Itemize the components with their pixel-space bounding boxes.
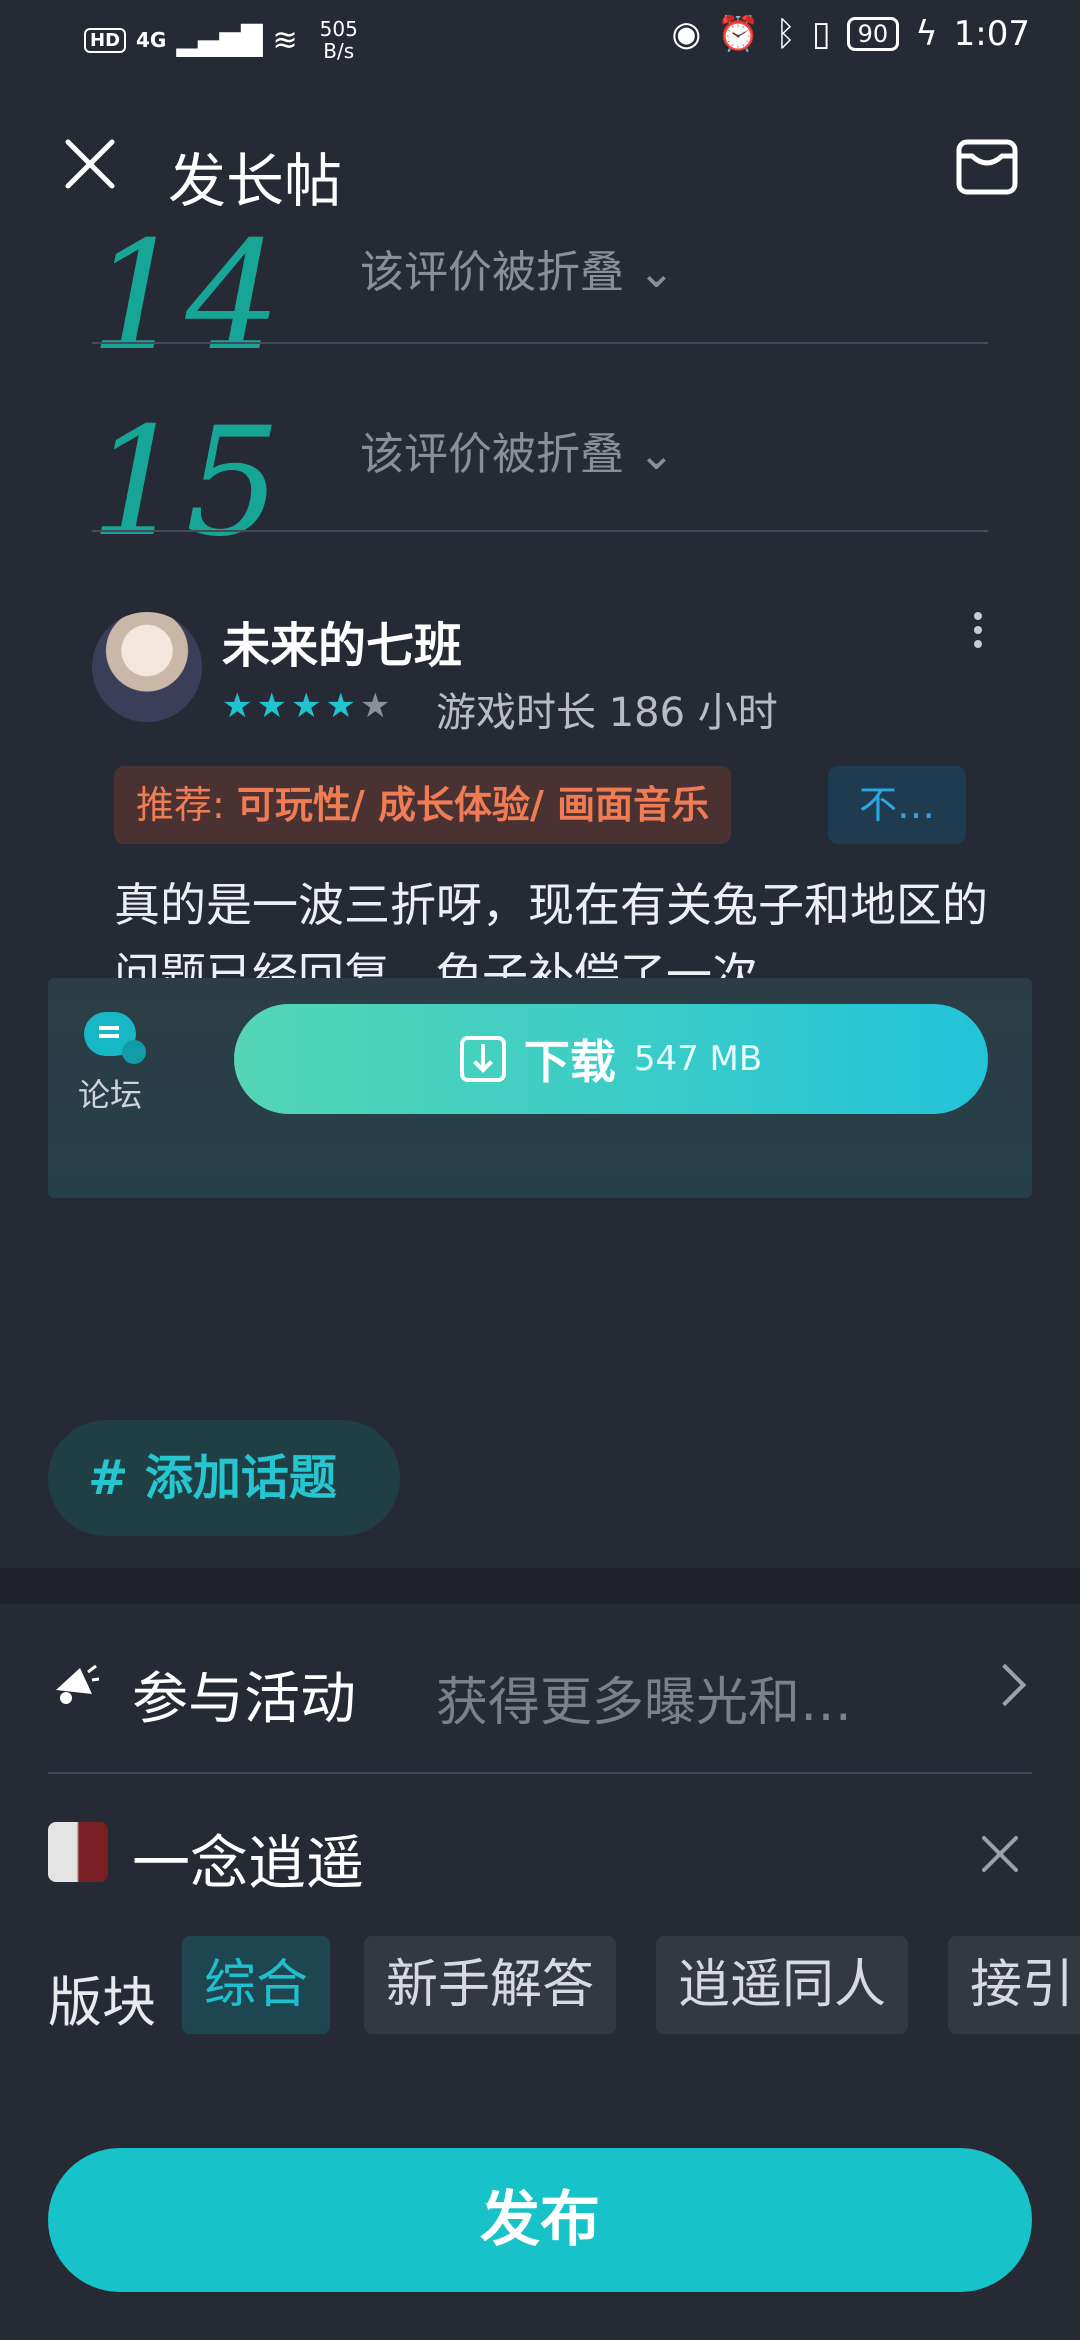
star-icon: ★ xyxy=(222,686,253,726)
activity-subtitle[interactable]: 获得更多曝光和… xyxy=(436,1660,852,1735)
board-chip-general[interactable]: 综合 xyxy=(182,1936,331,2034)
star-icon: ★ xyxy=(290,686,322,726)
forum-button[interactable]: 论坛 xyxy=(70,1012,150,1116)
forum-label: 论坛 xyxy=(77,1076,142,1114)
more-options-icon[interactable] xyxy=(968,612,988,652)
remove-game-icon[interactable] xyxy=(976,1830,1024,1878)
avatar[interactable] xyxy=(92,612,202,722)
board-chip-fanworks[interactable]: 逍遥同人 xyxy=(656,1936,909,2034)
recommend-prefix: 推荐: xyxy=(136,783,225,827)
download-button[interactable]: 下载 547 MB xyxy=(234,1004,988,1114)
negative-tag: 不… xyxy=(828,766,966,844)
forum-icon xyxy=(84,1012,146,1064)
download-size: 547 MB xyxy=(633,1039,763,1079)
recommend-tag: 推荐: 可玩性/ 成长体验/ 画面音乐 xyxy=(114,766,732,844)
star-icon: ★ xyxy=(256,686,287,726)
game-icon xyxy=(48,1822,108,1882)
bluetooth-icon: ᛒ xyxy=(775,14,796,54)
game-name: 一念逍遥 xyxy=(132,1829,365,1897)
top-bar: 发长帖 xyxy=(0,120,1080,220)
wifi-icon: ≋ xyxy=(272,22,298,58)
board-label: 版块 xyxy=(48,1971,156,2034)
folded-review-label[interactable]: 该评价被折叠 ⌄ xyxy=(360,236,675,300)
divider xyxy=(92,530,988,532)
review-text: 真的是一波三折呀，现在有关兔子和地区的问题已经回复，兔子补偿了一次 xyxy=(114,878,988,980)
divider xyxy=(92,342,988,344)
recommend-items: 可玩性/ 成长体验/ 画面音乐 xyxy=(236,783,710,827)
star-empty-icon: ★ xyxy=(359,686,391,726)
megaphone-icon xyxy=(56,1664,100,1704)
section-separator xyxy=(0,1568,1080,1604)
vibrate-icon: ▯ xyxy=(811,14,831,54)
divider xyxy=(48,1772,1032,1774)
board-chip-newbie-qa[interactable]: 新手解答 xyxy=(364,1936,617,2034)
publish-button[interactable]: 发布 xyxy=(48,2148,1032,2292)
hd-badge: HD xyxy=(84,27,127,53)
folded-review-label[interactable]: 该评价被折叠 ⌄ xyxy=(360,418,675,482)
activity-title[interactable]: 参与活动 xyxy=(132,1654,356,1735)
add-topic-button[interactable]: # 添加话题 xyxy=(48,1420,400,1536)
star-icon: ★ xyxy=(325,686,356,726)
speed-unit: B/s xyxy=(323,39,355,63)
speed-value: 505 xyxy=(319,17,358,41)
review-username[interactable]: 未来的七班 xyxy=(222,606,462,676)
drafts-box-icon[interactable] xyxy=(954,132,1020,198)
network-label: 4G xyxy=(136,28,167,52)
handwritten-number-14: 14 xyxy=(90,210,281,384)
charging-icon: ϟ xyxy=(915,14,938,54)
network-speed: 505 B/s xyxy=(320,18,358,62)
playtime: 游戏时长 186 小时 xyxy=(436,690,778,736)
close-icon[interactable] xyxy=(60,134,120,194)
download-icon xyxy=(459,1036,506,1082)
battery-indicator: 90 xyxy=(846,17,900,51)
clock: 1:07 xyxy=(953,14,1030,54)
eye-icon: ◉ xyxy=(671,14,702,54)
status-bar: HD 4G ▂▄▆█ ≋ 505 B/s ◉ ⏰ ᛒ ▯ 90 ϟ 1:07 xyxy=(0,0,1080,80)
handwritten-number-15: 15 xyxy=(90,396,281,570)
rating-stars: ★ ★ ★ ★ ★ xyxy=(222,686,390,726)
signal-icon: ▂▄▆█ xyxy=(176,23,263,57)
alarm-icon: ⏰ xyxy=(717,14,760,54)
board-chip-guide[interactable]: 接引 xyxy=(948,1936,1080,2034)
download-label: 下载 xyxy=(523,1035,616,1089)
page-title: 发长帖 xyxy=(168,147,343,215)
